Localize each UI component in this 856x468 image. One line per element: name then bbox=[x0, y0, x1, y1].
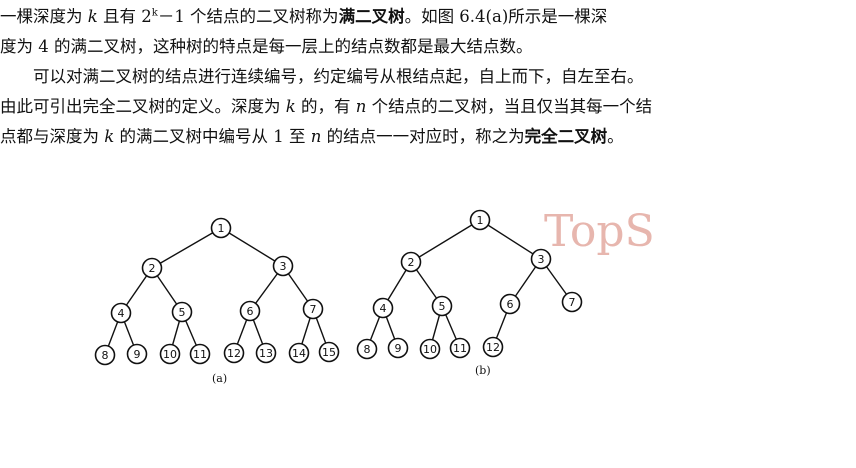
tree-a-node-label-5: 5 bbox=[179, 306, 186, 319]
tree-a-node-label-12: 12 bbox=[227, 347, 241, 360]
tree-a-node-label-7: 7 bbox=[310, 303, 317, 316]
tree-a-node-label-13: 13 bbox=[259, 347, 273, 360]
tree-a-node-label-6: 6 bbox=[247, 305, 254, 318]
tree-a-edge-1-3 bbox=[220, 227, 284, 267]
tree-a-node-label-11: 11 bbox=[193, 348, 207, 361]
tree-b-node-label-12: 12 bbox=[486, 341, 500, 354]
tree-a-node-label-3: 3 bbox=[280, 260, 287, 273]
tree-a-node-label-15: 15 bbox=[322, 346, 336, 359]
tree-b-edge-1-2 bbox=[410, 219, 481, 263]
tree-a-node-label-4: 4 bbox=[118, 307, 125, 320]
tree-a-node-label-10: 10 bbox=[163, 348, 177, 361]
tree-b-edge-1-3 bbox=[479, 219, 542, 260]
caption-b: (b) bbox=[475, 364, 491, 377]
tree-b-node-label-11: 11 bbox=[453, 342, 467, 355]
watermark: TopS bbox=[544, 206, 655, 257]
tree-a-node-label-2: 2 bbox=[149, 262, 156, 275]
tree-a-node-label-8: 8 bbox=[102, 349, 109, 362]
tree-a-node-label-1: 1 bbox=[218, 222, 225, 235]
caption-a: (a) bbox=[212, 372, 227, 385]
tree-b-node-label-8: 8 bbox=[364, 343, 371, 356]
tree-b-node-label-4: 4 bbox=[380, 302, 387, 315]
tree-a-edge-1-2 bbox=[151, 227, 222, 269]
tree-a-node-label-14: 14 bbox=[292, 347, 306, 360]
tree-b-node-label-3: 3 bbox=[538, 253, 545, 266]
tree-b-node-label-1: 1 bbox=[477, 214, 484, 227]
tree-b-node-label-5: 5 bbox=[439, 300, 446, 313]
tree-b-node-label-7: 7 bbox=[569, 296, 576, 309]
tree-b-node-label-6: 6 bbox=[507, 298, 514, 311]
full-binary-tree-a: 12 34 5 6 78 9 10 11 12 13 14 15 bbox=[94, 217, 340, 366]
tree-b-node-label-10: 10 bbox=[423, 343, 437, 356]
tree-a-node-label-9: 9 bbox=[134, 348, 141, 361]
binary-tree-figure: TopS 12 34 5 6 78 9 10 11 12 13 14 15 12 34 5 6 78 9 10 11… bbox=[94, 206, 655, 385]
tree-b-node-label-9: 9 bbox=[395, 342, 402, 355]
tree-b-node-label-2: 2 bbox=[408, 256, 415, 269]
